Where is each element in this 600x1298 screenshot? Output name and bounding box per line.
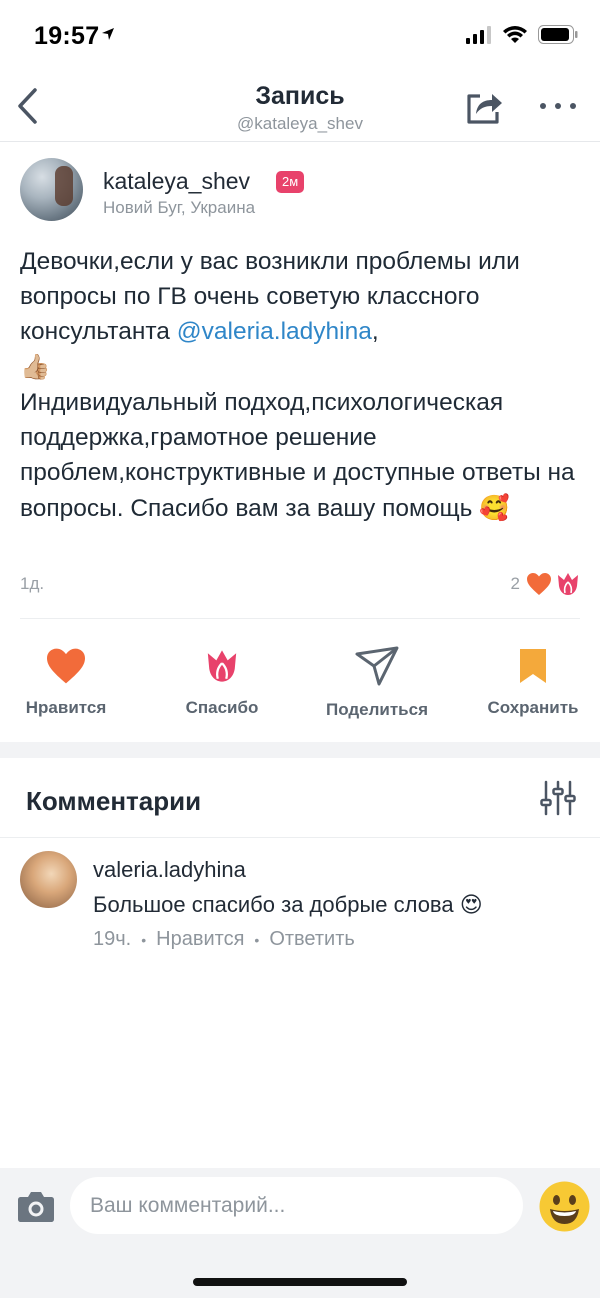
author-name[interactable]: kataleya_shev (103, 168, 250, 195)
comment-author[interactable]: valeria.ladyhina (93, 857, 246, 883)
heart-eyes-emoji: 😍 (459, 893, 483, 918)
comment-composer (0, 1168, 600, 1298)
avatar[interactable] (20, 851, 77, 908)
more-dot-icon (555, 103, 561, 109)
status-time: 19:57 (34, 22, 100, 50)
bookmark-icon (520, 649, 546, 683)
comment-text: Большое спасибо за добрые слова 😍 (93, 892, 483, 918)
post-meta: 1д. 2 (20, 572, 580, 598)
reaction-count: 2 (510, 574, 520, 593)
home-indicator (193, 1278, 407, 1286)
like-label: Нравится (25, 698, 107, 717)
thanks-button[interactable]: Спасибо (157, 640, 287, 718)
separator-dot: • (141, 931, 147, 948)
author-location: Новий Буг, Украина (103, 198, 256, 217)
post-author: kataleya_shev 2м Новий Буг, Украина (18, 156, 582, 226)
more-dot-icon (570, 103, 576, 109)
cellular-signal-icon (466, 25, 491, 44)
share-button[interactable]: Поделиться (312, 640, 442, 720)
save-label: Сохранить (487, 698, 579, 717)
paper-plane-icon (355, 646, 399, 686)
status-badge: 2м (276, 171, 305, 193)
post-body: Девочки,если у вас возникли проблемы или… (20, 244, 580, 526)
reactions-summary[interactable]: 2 (511, 572, 580, 596)
status-icons (466, 25, 578, 44)
heart-icon (47, 648, 85, 684)
comment-text-content: Большое спасибо за добрые слова (93, 892, 454, 917)
camera-icon[interactable] (17, 1188, 55, 1224)
post-time: 1д. (20, 574, 45, 593)
page-subtitle: @kataleya_shev (237, 114, 363, 133)
mention-link[interactable]: @valeria.ladyhina (177, 318, 372, 345)
page-title: Запись (255, 82, 345, 110)
status-bar: 19:57 (0, 0, 600, 70)
divider (20, 618, 580, 619)
smiling-hearts-emoji: 🥰 (479, 493, 510, 522)
share-icon[interactable] (464, 86, 504, 126)
post-paragraph: Девочки,если у вас возникли проблемы или… (20, 244, 580, 385)
thumbs-up-emoji: 👍🏼 (20, 352, 51, 381)
save-button[interactable]: Сохранить (468, 640, 598, 718)
post-text: , (371, 318, 379, 345)
comments-header: Комментарии (0, 758, 600, 838)
location-arrow-icon (102, 28, 114, 40)
like-button[interactable]: Нравится (1, 640, 131, 718)
separator-dot: • (254, 931, 260, 948)
tulip-icon (207, 650, 237, 682)
comment-input[interactable] (70, 1177, 523, 1234)
thanks-label: Спасибо (185, 698, 259, 717)
comment-item: valeria.ladyhina Большое спасибо за добр… (18, 848, 582, 958)
comment-meta: 19ч. • Нравится • Ответить (93, 928, 355, 951)
tulip-icon (558, 573, 578, 595)
post-actions: Нравится Спасибо Поделиться Сохранить (0, 640, 600, 730)
wifi-icon (503, 26, 527, 43)
author-avatar[interactable] (20, 158, 83, 221)
comments-title: Комментарии (26, 786, 202, 816)
section-separator (0, 742, 600, 758)
post-paragraph: Индивидуальный подход,психологическая по… (20, 385, 580, 526)
emoji-picker-icon[interactable] (539, 1181, 590, 1232)
comment-like-button[interactable]: Нравится (156, 928, 244, 951)
comment-time: 19ч. (93, 928, 132, 950)
nav-header: Запись @kataleya_shev (0, 70, 600, 142)
more-options-button[interactable] (540, 94, 576, 118)
comment-reply-button[interactable]: Ответить (269, 928, 355, 951)
battery-icon (538, 25, 578, 44)
more-dot-icon (540, 103, 546, 109)
share-label: Поделиться (325, 700, 429, 719)
filter-sliders-icon[interactable] (540, 780, 576, 816)
heart-icon (527, 573, 551, 595)
